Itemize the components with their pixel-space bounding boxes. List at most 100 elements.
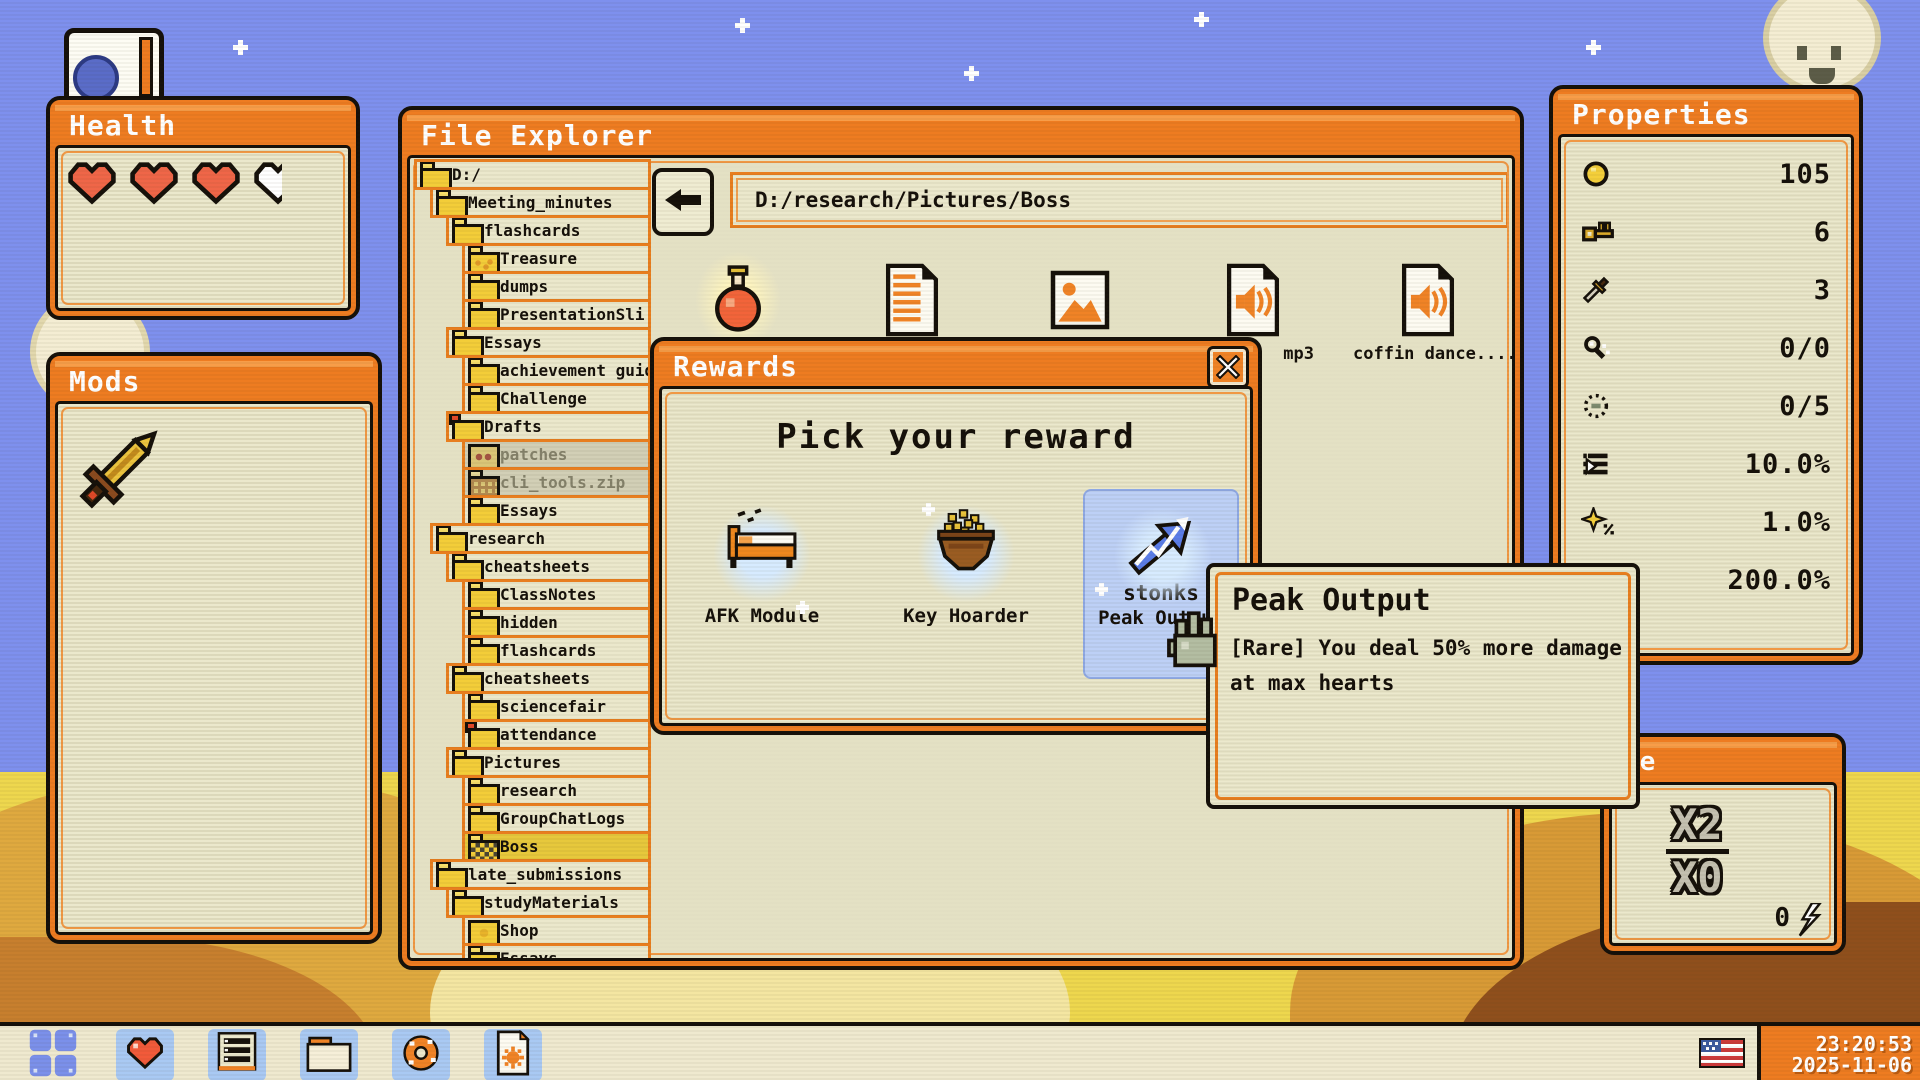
back-button[interactable] bbox=[652, 168, 714, 236]
tree-item[interactable]: dumps bbox=[462, 271, 651, 302]
tree-item[interactable]: late_submissions bbox=[430, 859, 651, 890]
stat-value: 1.0% bbox=[1615, 507, 1831, 538]
target-icon bbox=[1581, 390, 1615, 422]
tree-item-label: hidden bbox=[500, 613, 558, 632]
tree-item-label: Boss bbox=[500, 837, 539, 856]
tree-item-label: late_submissions bbox=[468, 865, 622, 884]
donut-icon bbox=[398, 1030, 444, 1080]
properties-titlebar[interactable]: Properties bbox=[1558, 94, 1854, 134]
moon-eye bbox=[1797, 46, 1807, 60]
taskbar-item-settings[interactable] bbox=[484, 1029, 542, 1080]
folder-icon bbox=[436, 192, 462, 213]
tree-item[interactable]: Essays bbox=[446, 327, 651, 358]
stat-value: 105 bbox=[1615, 159, 1831, 190]
mods-titlebar[interactable]: Mods bbox=[55, 361, 373, 401]
moon-eye bbox=[1831, 46, 1841, 60]
tree-item[interactable]: cli_tools.zip bbox=[462, 467, 651, 498]
explorer-titlebar[interactable]: File Explorer bbox=[407, 115, 1515, 155]
health-window: Health bbox=[46, 96, 360, 320]
folder-icon bbox=[468, 304, 494, 325]
tree-item-label: studyMaterials bbox=[484, 893, 619, 912]
folder-icon bbox=[436, 528, 462, 549]
tree-item-label: research bbox=[500, 781, 577, 800]
sparkle bbox=[1095, 583, 1108, 596]
tree-item[interactable]: flashcards bbox=[446, 215, 651, 246]
boss-image-icon bbox=[468, 836, 494, 857]
taskbar-start-button[interactable] bbox=[24, 1029, 82, 1080]
patch-file-icon bbox=[468, 444, 494, 465]
tree-item-label: cheatsheets bbox=[484, 557, 590, 576]
tree-item[interactable]: Drafts bbox=[446, 411, 651, 442]
tree-item[interactable]: hidden bbox=[462, 607, 651, 638]
exe-titlebar[interactable]: xe bbox=[1609, 742, 1837, 782]
tree-item[interactable]: Boss bbox=[462, 831, 651, 862]
path-text: D:/research/Pictures/Boss bbox=[755, 188, 1071, 212]
hearts-row bbox=[66, 160, 282, 206]
language-flag[interactable] bbox=[1690, 1029, 1754, 1080]
sword-mod-icon[interactable] bbox=[68, 410, 178, 520]
tree-item[interactable]: Pictures bbox=[446, 747, 651, 778]
tree-item[interactable]: Essays bbox=[462, 943, 651, 961]
tree-item-label: Essays bbox=[500, 501, 558, 520]
tree-item[interactable]: Shop bbox=[462, 915, 651, 946]
tree-item[interactable]: cheatsheets bbox=[446, 663, 651, 694]
taskbar-item-health[interactable] bbox=[116, 1029, 174, 1080]
tooltip-title: Peak Output bbox=[1232, 583, 1431, 618]
tree-item-label: cli_tools.zip bbox=[500, 473, 625, 492]
coin-icon bbox=[1581, 158, 1615, 190]
tree-item[interactable]: D:/ bbox=[414, 159, 651, 190]
tree-item[interactable]: achievement guid bbox=[462, 355, 651, 386]
list-icon bbox=[214, 1030, 260, 1080]
magnifier-icon bbox=[1581, 332, 1615, 364]
tree-item[interactable]: studyMaterials bbox=[446, 887, 651, 918]
close-icon bbox=[1216, 355, 1240, 379]
potion-icon bbox=[703, 258, 773, 342]
taskbar-item-list[interactable] bbox=[208, 1029, 266, 1080]
tree-item[interactable]: attendance bbox=[462, 719, 651, 750]
folder-icon bbox=[452, 752, 478, 773]
taskbar-item-donut[interactable] bbox=[392, 1029, 450, 1080]
tree-item[interactable]: Essays bbox=[462, 495, 651, 526]
tree-item[interactable]: Meeting_minutes bbox=[430, 187, 651, 218]
file-item-audio[interactable]: coffin dance.... bbox=[1353, 258, 1503, 393]
tree-item[interactable]: flashcards bbox=[462, 635, 651, 666]
tree-item-label: research bbox=[468, 529, 545, 548]
stat-row-luck: 1.0% bbox=[1561, 493, 1851, 551]
rewards-title: Rewards bbox=[673, 350, 798, 383]
close-button[interactable] bbox=[1207, 346, 1249, 388]
tree-item[interactable]: research bbox=[430, 523, 651, 554]
tree-item[interactable]: research bbox=[462, 775, 651, 806]
reward-option-key-hoarder[interactable]: Key Hoarder bbox=[888, 489, 1044, 679]
folder-open-icon bbox=[468, 724, 494, 745]
tree-item[interactable]: patches bbox=[462, 439, 651, 470]
key-icon bbox=[1581, 216, 1615, 248]
folder-icon bbox=[468, 640, 494, 661]
taskbar-item-files[interactable] bbox=[300, 1029, 358, 1080]
tree-item-label: patches bbox=[500, 445, 567, 464]
sparkle bbox=[1586, 40, 1601, 55]
folder-treasure-icon bbox=[468, 248, 494, 269]
tree-item[interactable]: Treasure bbox=[462, 243, 651, 274]
tree-item-label: Challenge bbox=[500, 389, 587, 408]
tree-item[interactable]: cheatsheets bbox=[446, 551, 651, 582]
stat-value: 10.0% bbox=[1615, 449, 1831, 480]
drive-slot bbox=[139, 37, 153, 97]
tree-item-label: Essays bbox=[500, 949, 558, 961]
health-titlebar[interactable]: Health bbox=[55, 105, 351, 145]
path-bar[interactable]: D:/research/Pictures/Boss bbox=[730, 172, 1509, 228]
tree-item[interactable]: Challenge bbox=[462, 383, 651, 414]
tree-item[interactable]: ClassNotes bbox=[462, 579, 651, 610]
reward-option-afk-module[interactable]: AFK Module bbox=[684, 489, 840, 679]
back-arrow-icon bbox=[663, 187, 703, 217]
stat-value: 3 bbox=[1615, 275, 1831, 306]
stat-row-target: 0/5 bbox=[1561, 377, 1851, 435]
stat-row-keys: 6 bbox=[1561, 203, 1851, 261]
exe-body: X2 X0 0 bbox=[1609, 782, 1837, 946]
tree-item[interactable]: PresentationSli bbox=[462, 299, 651, 330]
stat-value: 200.0% bbox=[1615, 565, 1831, 596]
tree-item-label: attendance bbox=[500, 725, 596, 744]
game-screen: Health bbox=[0, 0, 1920, 1080]
rewards-titlebar[interactable]: Rewards bbox=[659, 346, 1253, 386]
tree-item[interactable]: GroupChatLogs bbox=[462, 803, 651, 834]
tree-item[interactable]: sciencefair bbox=[462, 691, 651, 722]
